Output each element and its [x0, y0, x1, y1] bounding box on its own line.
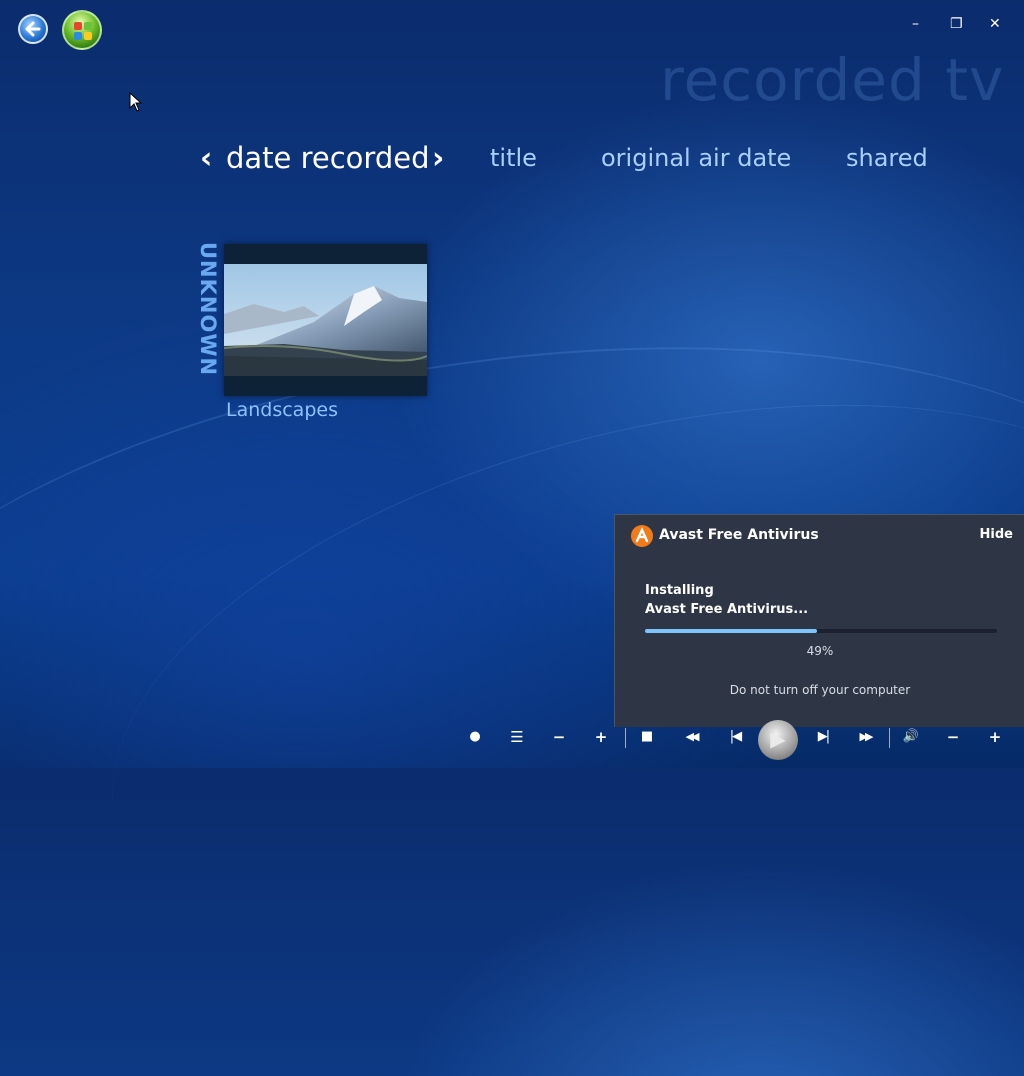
tab-original-air-date[interactable]: original air date — [601, 140, 791, 176]
install-warning-text: Do not turn off your computer — [729, 683, 911, 697]
guide-button[interactable]: ☰ — [506, 726, 528, 748]
tab-date-recorded[interactable]: date recorded — [226, 140, 430, 176]
channel-down-button[interactable]: − — [548, 726, 570, 748]
install-progress-percent: 49% — [806, 644, 834, 658]
volume-down-button[interactable]: − — [942, 726, 964, 748]
recording-caption[interactable]: Landscapes — [226, 399, 338, 421]
close-button[interactable]: ✕ — [989, 16, 1001, 32]
back-arrow-icon — [25, 21, 41, 37]
recording-thumbnail[interactable] — [224, 244, 427, 396]
notification-title: Avast Free Antivirus — [659, 527, 819, 543]
group-label-text: UNKNOWN — [196, 242, 220, 377]
install-status-line: Installing — [645, 583, 714, 598]
back-button[interactable] — [18, 14, 48, 44]
avast-logo-icon — [631, 525, 653, 547]
install-notification: Avast Free Antivirus Hide Installing Ava… — [614, 514, 1024, 727]
mute-button[interactable]: 🔊 — [900, 726, 922, 748]
next-tab-chevron-icon[interactable]: › — [432, 142, 444, 176]
channel-up-button[interactable]: + — [590, 726, 612, 748]
next-button[interactable]: ▶| — [810, 726, 836, 748]
windows-flag-icon — [74, 22, 92, 40]
fast-forward-button[interactable]: ▶▶ — [850, 726, 880, 748]
group-label: UNKNOWN — [192, 242, 224, 376]
landscape-image — [224, 264, 427, 376]
transport-divider — [625, 728, 626, 748]
volume-up-button[interactable]: + — [984, 726, 1006, 748]
install-progress-fill — [645, 629, 818, 633]
minimize-button[interactable]: – — [912, 16, 919, 32]
tab-title[interactable]: title — [490, 140, 537, 176]
install-progress-bar — [645, 629, 997, 633]
section-watermark: recorded tv — [660, 46, 1005, 114]
hide-button[interactable]: Hide — [980, 527, 1013, 542]
previous-button[interactable]: |◀ — [722, 726, 748, 748]
install-product-line: Avast Free Antivirus... — [645, 602, 809, 617]
record-button[interactable]: ● — [464, 726, 486, 748]
restore-button[interactable]: ❐ — [950, 16, 963, 32]
play-icon: ▶ — [770, 727, 786, 751]
windows-start-button[interactable] — [62, 10, 102, 50]
transport-divider — [889, 728, 890, 748]
previous-tab-chevron-icon[interactable]: ‹ — [200, 142, 212, 176]
tab-shared[interactable]: shared — [846, 140, 928, 176]
mouse-cursor-icon — [129, 92, 143, 112]
rewind-button[interactable]: ◀◀ — [676, 726, 706, 748]
transport-controls: ● ☰ − + ■ ◀◀ |◀ ▶ ▶| ▶▶ 🔊 − + — [0, 718, 1024, 760]
stop-button[interactable]: ■ — [636, 726, 658, 748]
